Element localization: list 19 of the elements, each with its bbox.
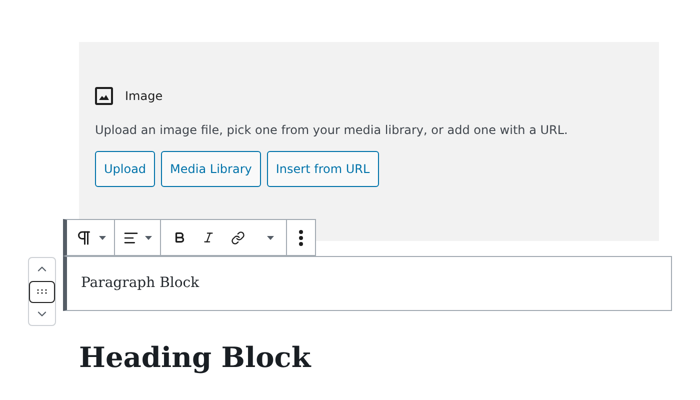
heading-text: Heading Block <box>79 344 312 372</box>
placeholder-button[interactable]: Media Library <box>161 151 261 187</box>
caret-icon <box>145 236 152 240</box>
link-icon <box>231 230 245 244</box>
more-icon <box>299 230 303 246</box>
italic-icon <box>202 231 215 244</box>
placeholder-button[interactable]: Insert from URL <box>266 151 379 187</box>
image-icon <box>95 87 113 105</box>
paragraph-text: Paragraph Block <box>81 274 200 293</box>
drag-icon <box>37 289 47 294</box>
placeholder-button[interactable]: Upload <box>95 151 156 187</box>
block-title: Image <box>125 88 163 105</box>
instructions: Upload an image file, pick one from your media library, or add one with a URL. <box>95 122 569 139</box>
caret-icon <box>267 236 274 240</box>
align-left-icon <box>123 230 139 246</box>
bold-icon <box>173 231 186 244</box>
pilcrow-icon <box>75 228 93 246</box>
caret-icon <box>99 236 106 240</box>
drag-handle[interactable] <box>29 280 55 302</box>
